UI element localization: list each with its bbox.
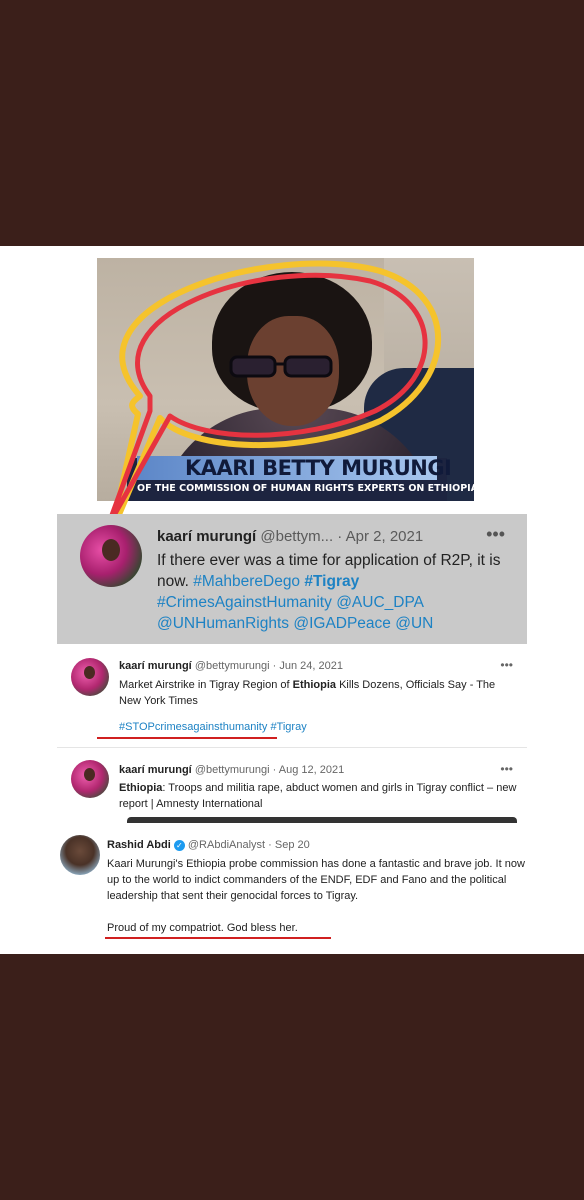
tweet-hashtags: #STOPcrimesagainsthumanity #Tigray — [119, 719, 307, 735]
hashtag[interactable]: #CrimesAgainstHumanity — [157, 594, 332, 611]
display-name[interactable]: kaarí murungí — [157, 528, 256, 545]
glasses-icon — [229, 355, 333, 378]
tweet-4[interactable]: Rashid Abdi ✓ @RAbdiAnalyst · Sep 20 Kaa… — [57, 831, 527, 951]
display-name[interactable]: kaarí murungí — [119, 660, 192, 672]
tweet-header: kaarí murungí @bettymurungi · Aug 12, 20… — [119, 764, 344, 776]
avatar[interactable] — [80, 525, 142, 587]
speaker-photo: KAARI BETTY MURUNGI OF THE COMMISSION OF… — [97, 258, 474, 501]
timestamp[interactable]: · Sep 20 — [268, 839, 310, 851]
media-preview[interactable] — [127, 817, 517, 823]
red-underline — [105, 937, 331, 939]
mention[interactable]: @UN — [395, 615, 433, 632]
tweet-2[interactable]: kaarí murungí @bettymurungi · Jun 24, 20… — [57, 650, 527, 748]
more-options-icon[interactable]: ••• — [500, 658, 513, 672]
red-underline — [97, 737, 277, 739]
mention[interactable]: @IGADPeace — [293, 615, 391, 632]
top-background — [0, 0, 584, 246]
hashtag[interactable]: #Tigray — [270, 721, 306, 733]
timestamp[interactable]: · Apr 2, 2021 — [337, 528, 423, 545]
tweet-text: Ethiopia: Troops and militia rape, abduc… — [119, 782, 517, 810]
hashtag[interactable]: #STOPcrimesagainsthumanity — [119, 721, 267, 733]
hashtag[interactable]: #Tigray — [304, 573, 359, 590]
display-name[interactable]: kaarí murungí — [119, 764, 192, 776]
avatar[interactable] — [60, 835, 100, 875]
tweet-3[interactable]: kaarí murungí @bettymurungi · Aug 12, 20… — [57, 752, 527, 824]
photo-name-caption: KAARI BETTY MURUNGI — [185, 456, 452, 480]
handle[interactable]: @RAbdiAnalyst — [188, 839, 265, 851]
tweet-text: Kaari Murungi's Ethiopia probe commissio… — [107, 858, 525, 902]
hashtag[interactable]: #MahbereDego — [193, 573, 300, 590]
photo-role-caption: OF THE COMMISSION OF HUMAN RIGHTS EXPERT… — [137, 483, 474, 494]
timestamp[interactable]: · Jun 24, 2021 — [273, 660, 343, 672]
more-options-icon[interactable]: ••• — [500, 762, 513, 776]
tweet-header: Rashid Abdi ✓ @RAbdiAnalyst · Sep 20 — [107, 839, 310, 851]
handle[interactable]: @bettym... — [260, 528, 333, 545]
bottom-background — [0, 954, 584, 1200]
timestamp[interactable]: · Aug 12, 2021 — [273, 764, 345, 776]
avatar[interactable] — [71, 658, 109, 696]
mention[interactable]: @AUC_DPA — [336, 594, 423, 611]
handle[interactable]: @bettymurungi — [195, 660, 270, 672]
display-name[interactable]: Rashid Abdi — [107, 839, 171, 851]
verified-badge-icon: ✓ — [173, 839, 185, 851]
tweet-text: Market Airstrike in Tigray Region of Eth… — [119, 679, 496, 707]
tweet-text: If there ever was a time for application… — [157, 552, 501, 632]
collage-panel: KAARI BETTY MURUNGI OF THE COMMISSION OF… — [0, 246, 584, 954]
tweet-header: kaarí murungí @bettym... · Apr 2, 2021 — [157, 528, 423, 545]
mention[interactable]: @UNHumanRights — [157, 615, 289, 632]
handle[interactable]: @bettymurungi — [195, 764, 270, 776]
tweet-main[interactable]: kaarí murungí @bettym... · Apr 2, 2021 •… — [57, 514, 527, 644]
avatar[interactable] — [71, 760, 109, 798]
tweet-text-closing: Proud of my compatriot. God bless her. — [107, 922, 298, 934]
tweet-header: kaarí murungí @bettymurungi · Jun 24, 20… — [119, 660, 343, 672]
more-options-icon[interactable]: ••• — [486, 524, 505, 545]
